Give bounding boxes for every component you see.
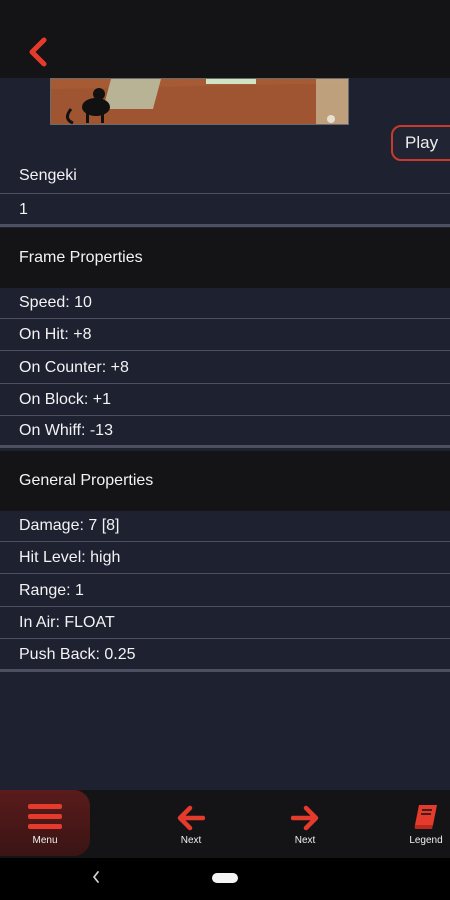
property-text: Range: 1 <box>19 581 84 599</box>
list-item: Speed: 10 <box>0 287 450 319</box>
menu-button-inner: Menu <box>5 790 85 858</box>
property-text: On Hit: +8 <box>19 325 92 343</box>
property-text: Push Back: 0.25 <box>19 645 136 663</box>
next-label: Next <box>294 835 316 846</box>
property-text: In Air: FLOAT <box>19 613 115 631</box>
section-header-general-properties: General Properties <box>0 451 450 511</box>
section-title: Frame Properties <box>19 249 143 266</box>
list-item: Range: 1 <box>0 575 450 607</box>
list-item: In Air: FLOAT <box>0 607 450 639</box>
list-item: Damage: 7 [8] <box>0 510 450 542</box>
list-item: On Hit: +8 <box>0 319 450 351</box>
property-text: On Block: +1 <box>19 390 112 408</box>
list-item: On Whiff: -13 <box>0 416 450 448</box>
arrow-right-icon <box>291 805 319 831</box>
move-preview-image[interactable] <box>50 78 349 125</box>
arrow-left-icon <box>177 805 205 831</box>
move-number: 1 <box>0 195 450 227</box>
legend-label: Legend <box>409 835 443 846</box>
back-arrow-icon[interactable] <box>22 36 54 68</box>
list-item: On Counter: +8 <box>0 352 450 384</box>
legend-button[interactable]: Legend <box>386 790 450 858</box>
property-text: Speed: 10 <box>19 293 92 311</box>
play-button-label: Play <box>405 133 439 152</box>
section-header-frame-properties: Frame Properties <box>0 228 450 288</box>
list-item: Hit Level: high <box>0 542 450 574</box>
property-text: On Counter: +8 <box>19 358 129 376</box>
move-name-text: Sengeki <box>19 166 77 184</box>
property-text: On Whiff: -13 <box>19 421 113 439</box>
hamburger-icon <box>28 804 62 829</box>
section-title: General Properties <box>19 472 154 489</box>
move-name: Sengeki <box>0 158 450 194</box>
system-home-pill[interactable] <box>212 873 238 883</box>
property-text: Damage: 7 [8] <box>19 516 120 534</box>
property-text: Hit Level: high <box>19 548 121 566</box>
menu-button[interactable]: Menu <box>0 790 90 856</box>
list-item: Push Back: 0.25 <box>0 640 450 672</box>
move-number-text: 1 <box>19 200 28 218</box>
bottom-nav-bar: Menu Next Next Legend <box>0 790 450 858</box>
menu-label: Menu <box>32 835 58 846</box>
system-back-icon[interactable] <box>91 870 101 884</box>
next-button[interactable]: Next <box>265 790 345 858</box>
book-icon <box>414 805 437 829</box>
play-button[interactable]: Play <box>391 125 450 161</box>
top-app-bar <box>0 0 450 78</box>
list-item: On Block: +1 <box>0 384 450 416</box>
previous-button[interactable]: Next <box>151 790 231 858</box>
previous-label: Next <box>180 835 202 846</box>
